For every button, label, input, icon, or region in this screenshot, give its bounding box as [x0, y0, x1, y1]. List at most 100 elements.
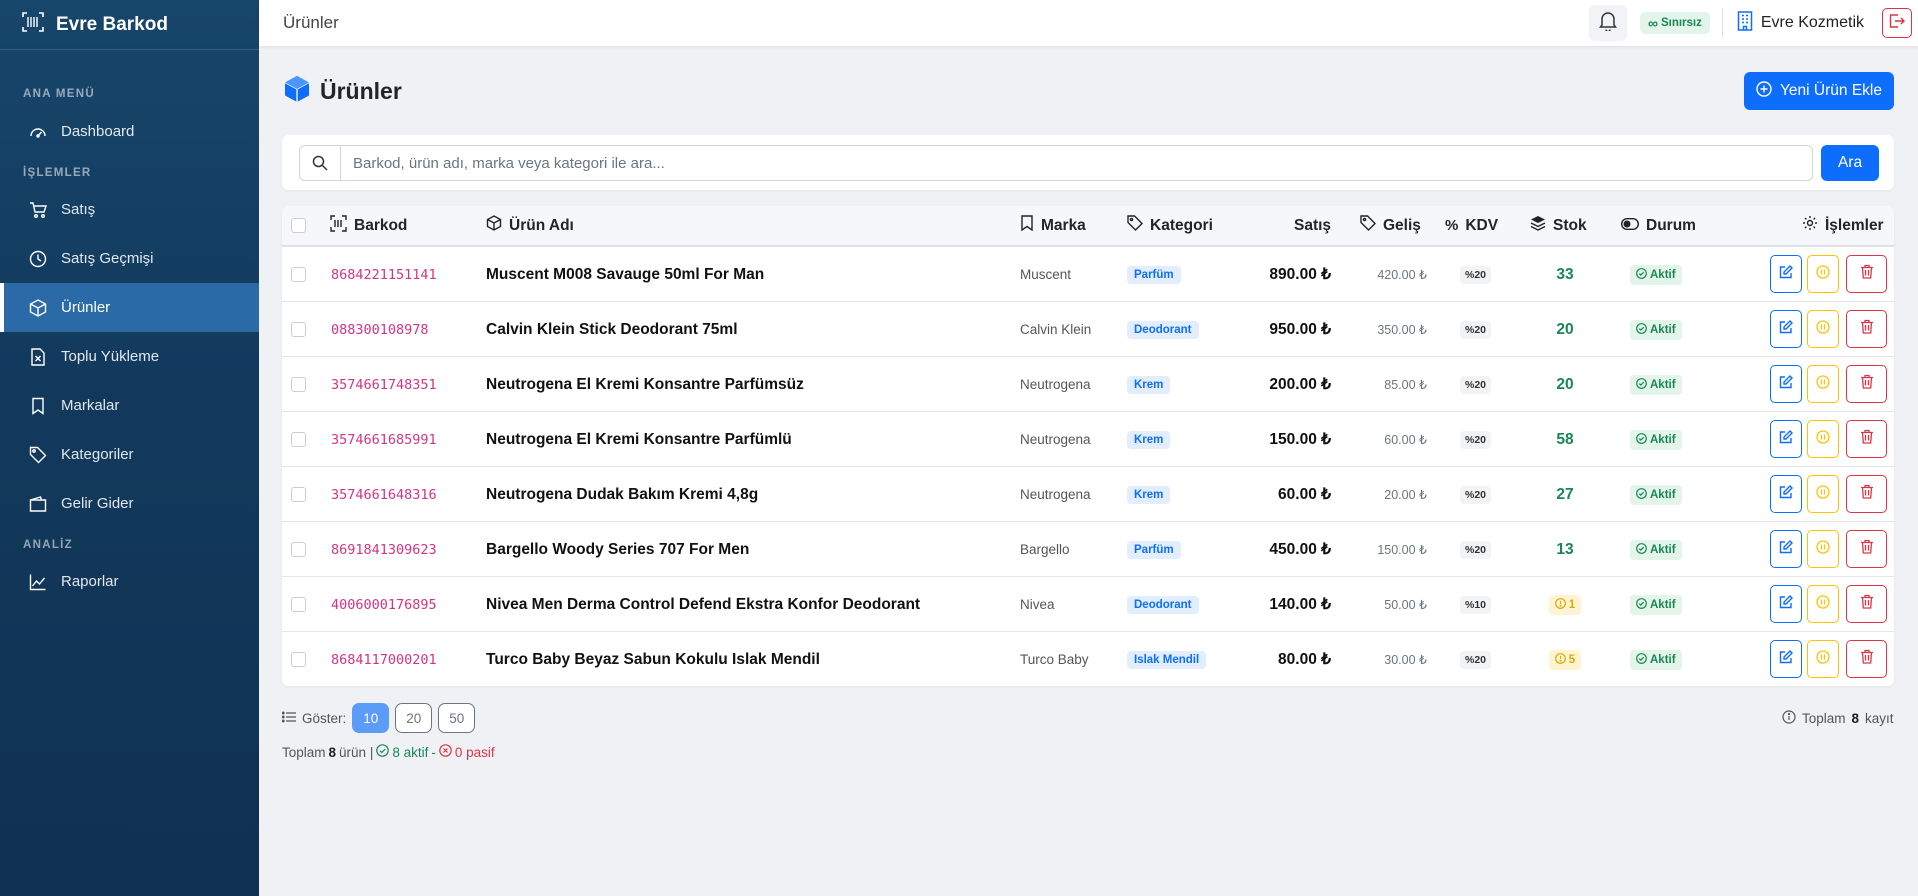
trash-icon [1860, 319, 1874, 339]
pause-button[interactable] [1807, 585, 1839, 623]
sidebar-item-sales-history[interactable]: Satış Geçmişi [0, 234, 259, 283]
pause-icon [1816, 264, 1830, 284]
delete-button[interactable] [1846, 420, 1887, 458]
edit-button[interactable] [1770, 310, 1802, 348]
divider [1721, 8, 1723, 38]
column-header-category[interactable]: Kategori [1127, 206, 1213, 245]
sidebar-item-income-expense[interactable]: Gelir Gider [0, 479, 259, 528]
column-header-vat[interactable]: % KDV [1445, 206, 1498, 245]
logout-button[interactable] [1882, 8, 1912, 38]
pause-button[interactable] [1807, 640, 1839, 678]
pause-button[interactable] [1807, 365, 1839, 403]
delete-button[interactable] [1846, 255, 1887, 293]
sidebar-item-label: Dashboard [61, 123, 135, 140]
sidebar-item-categories[interactable]: Kategoriler [0, 430, 259, 479]
trash-icon [1860, 264, 1874, 284]
edit-icon [1779, 649, 1793, 669]
page-size-option-50[interactable]: 50 [438, 703, 476, 733]
total-records: Toplam 8 kayıt [1782, 710, 1894, 727]
clock-icon [27, 248, 49, 270]
sidebar-item-products[interactable]: Ürünler [0, 283, 259, 332]
column-header-cost[interactable]: Geliş [1360, 206, 1421, 245]
delete-button[interactable] [1846, 530, 1887, 568]
column-header-brand[interactable]: Marka [1020, 206, 1086, 245]
vat-badge: %20 [1460, 650, 1492, 669]
cost-price: 85.00 ₺ [1384, 378, 1427, 392]
infinity-icon: ∞ [1647, 15, 1658, 31]
check-circle-icon [1636, 597, 1647, 612]
table-row: 8691841309623 Bargello Woody Series 707 F… [282, 522, 1894, 577]
select-all-checkbox[interactable] [291, 206, 306, 245]
column-label: Durum [1646, 216, 1696, 234]
pause-button[interactable] [1807, 475, 1839, 513]
column-label: İşlemler [1825, 216, 1884, 234]
table-row: 3574661748351 Neutrogena El Kremi Konsant… [282, 357, 1894, 412]
row-checkbox[interactable] [291, 302, 306, 357]
sidebar-item-bulk-upload[interactable]: Toplu Yükleme [0, 332, 259, 381]
passive-count: 0 pasif [454, 744, 495, 760]
sidebar-item-reports[interactable]: Raporlar [0, 557, 259, 606]
vat-badge: %20 [1460, 540, 1492, 559]
pause-icon [1816, 374, 1830, 394]
row-checkbox[interactable] [291, 412, 306, 467]
check-circle-icon [376, 744, 390, 760]
stock-value: 13 [1556, 540, 1574, 558]
search-button[interactable]: Ara [1821, 145, 1879, 181]
check-circle-icon [1636, 377, 1647, 392]
check-circle-icon [1636, 267, 1647, 282]
status-badge: Aktif [1630, 264, 1682, 285]
notifications-button[interactable] [1588, 5, 1627, 41]
delete-button[interactable] [1846, 475, 1887, 513]
warning-icon [1554, 652, 1566, 667]
pause-icon [1816, 429, 1830, 449]
status-label: Aktif [1650, 543, 1676, 556]
sidebar-item-brands[interactable]: Markalar [0, 381, 259, 430]
pause-button[interactable] [1807, 255, 1839, 293]
edit-button[interactable] [1770, 640, 1802, 678]
row-checkbox[interactable] [291, 632, 306, 686]
pause-button[interactable] [1807, 310, 1839, 348]
barcode-icon [330, 214, 347, 237]
column-header-stock[interactable]: Stok [1530, 206, 1587, 245]
pause-button[interactable] [1807, 530, 1839, 568]
column-header-barcode[interactable]: Barkod [330, 206, 407, 245]
edit-button[interactable] [1770, 365, 1802, 403]
cost-price: 60.00 ₺ [1384, 433, 1427, 447]
row-checkbox[interactable] [291, 522, 306, 577]
column-header-status[interactable]: Durum [1620, 206, 1696, 245]
edit-icon [1779, 594, 1793, 614]
brand[interactable]: Evre Barkod [0, 0, 259, 50]
search-input[interactable] [341, 146, 1812, 180]
status-label: Aktif [1650, 268, 1676, 281]
low-stock-badge: 1 [1548, 594, 1582, 615]
row-checkbox[interactable] [291, 467, 306, 522]
edit-icon [1779, 484, 1793, 504]
edit-button[interactable] [1770, 420, 1802, 458]
cost-price: 150.00 ₺ [1377, 543, 1427, 557]
delete-button[interactable] [1846, 365, 1887, 403]
delete-button[interactable] [1846, 640, 1887, 678]
row-checkbox[interactable] [291, 577, 306, 632]
edit-button[interactable] [1770, 475, 1802, 513]
add-product-button[interactable]: Yeni Ürün Ekle [1744, 72, 1894, 110]
pause-icon [1816, 484, 1830, 504]
column-header-name[interactable]: Ürün Adı [486, 206, 574, 245]
column-label: Barkod [354, 216, 408, 234]
status-label: Aktif [1650, 653, 1676, 666]
company-selector[interactable]: Evre Kozmetik [1737, 10, 1864, 36]
page-size-option-20[interactable]: 20 [395, 703, 433, 733]
pause-button[interactable] [1807, 420, 1839, 458]
edit-button[interactable] [1770, 585, 1802, 623]
sidebar-item-sales[interactable]: Satış [0, 185, 259, 234]
edit-button[interactable] [1770, 255, 1802, 293]
sidebar-item-dashboard[interactable]: Dashboard [0, 107, 259, 156]
page-size-option-10[interactable]: 10 [352, 703, 390, 733]
row-checkbox[interactable] [291, 247, 306, 302]
row-checkbox[interactable] [291, 357, 306, 412]
edit-button[interactable] [1770, 530, 1802, 568]
company-name: Evre Kozmetik [1760, 14, 1864, 31]
show-label: Göster: [302, 710, 347, 726]
delete-button[interactable] [1846, 310, 1887, 348]
delete-button[interactable] [1846, 585, 1887, 623]
column-header-sale[interactable]: Satış [1294, 206, 1331, 245]
